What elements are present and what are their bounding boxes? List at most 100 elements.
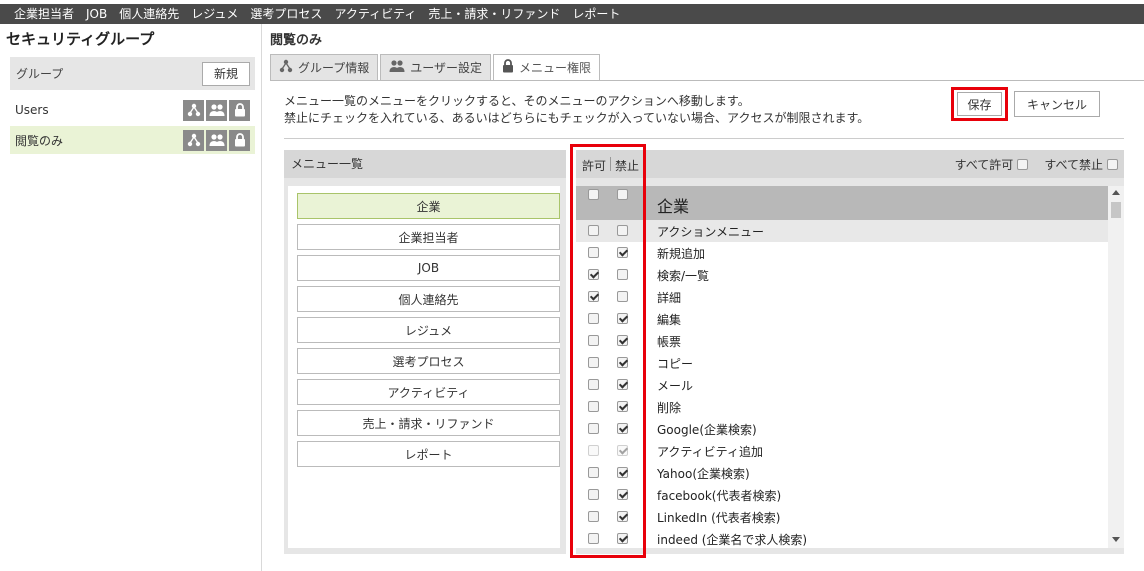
- nav-item[interactable]: 売上・請求・リファンド: [422, 4, 566, 24]
- description-line-1: メニュー一覧のメニューをクリックすると、そのメニューのアクションへ移動します。: [284, 94, 750, 108]
- tab-bar: グループ情報 ユーザー設定 メニュー権限: [270, 54, 601, 81]
- permission-row: 詳細: [576, 286, 1108, 308]
- scroll-down-arrow-icon[interactable]: [1112, 537, 1120, 542]
- description-line-2: 禁止にチェックを入れている、あるいはどちらにもチェックが入っていない場合、アクセ…: [284, 111, 870, 125]
- permission-label: 編集: [657, 313, 682, 327]
- permission-row: 帳票: [576, 330, 1108, 352]
- cancel-button[interactable]: キャンセル: [1014, 91, 1100, 117]
- permission-label: アクティビティ追加: [657, 445, 763, 459]
- menu-list-header: メニュー一覧: [284, 150, 566, 178]
- permission-highlight-box: [570, 144, 646, 558]
- group-users-button[interactable]: [206, 129, 227, 151]
- menu-item[interactable]: 選考プロセス: [297, 348, 560, 374]
- group-permission-button[interactable]: [229, 99, 250, 121]
- menu-list-panel: メニュー一覧 企業企業担当者 JOB 個人連絡先レジュメ選考プロセス アクティビティ売…: [284, 150, 566, 554]
- permission-scrollbar[interactable]: [1108, 186, 1124, 548]
- permission-label: 帳票: [657, 335, 682, 349]
- menu-item[interactable]: 企業担当者: [297, 224, 560, 250]
- lock-icon: [502, 59, 514, 76]
- page-title: 閲覧のみ: [270, 33, 323, 48]
- new-group-button[interactable]: 新規: [202, 61, 250, 86]
- menu-item[interactable]: レジュメ: [297, 317, 560, 343]
- top-nav: 企業担当者 JOB 個人連絡先 レジュメ 選考プロセス アクティビティ 売上・請求・リファン…: [0, 4, 1144, 24]
- permission-label: 削除: [657, 401, 682, 415]
- lock-icon: [234, 103, 246, 117]
- nav-item[interactable]: JOB: [80, 4, 113, 24]
- save-button[interactable]: 保存: [957, 92, 1002, 116]
- tab-label: グループ情報: [298, 61, 370, 75]
- menu-item[interactable]: アクティビティ: [297, 379, 560, 405]
- sidebar: セキュリティグループ グループ 新規 Users 閲覧のみ: [0, 24, 262, 571]
- tab-label: ユーザー設定: [410, 61, 483, 75]
- group-info-button[interactable]: [183, 99, 204, 121]
- permission-action-row: アクションメニュー: [576, 220, 1108, 242]
- nav-item[interactable]: 個人連絡先: [113, 4, 185, 24]
- tab-divider: [270, 80, 1144, 81]
- tab-user-settings[interactable]: ユーザー設定: [380, 54, 492, 81]
- group-permission-button[interactable]: [229, 129, 250, 151]
- permission-label: indeed (企業名で求人検索): [657, 533, 808, 547]
- permission-label: Yahoo(企業検索): [657, 467, 750, 481]
- permission-row: Yahoo(企業検索): [576, 462, 1108, 484]
- all-allow-label: すべて許可: [954, 158, 1014, 172]
- tab-group-info[interactable]: グループ情報: [270, 54, 379, 81]
- permission-label: アクションメニュー: [657, 225, 765, 239]
- all-toggles: すべて許可 すべて禁止: [955, 156, 1118, 173]
- permission-group-row: 企業: [576, 186, 1108, 220]
- permission-row: indeed (企業名で求人検索): [576, 528, 1108, 548]
- users-icon: [209, 133, 225, 147]
- group-row[interactable]: Users: [10, 96, 255, 124]
- group-header: グループ 新規: [10, 57, 255, 90]
- users-icon: [389, 59, 405, 76]
- all-allow-checkbox[interactable]: [1017, 159, 1029, 170]
- nav-item[interactable]: レジュメ: [185, 4, 244, 24]
- divider: [284, 138, 1124, 139]
- nav-item[interactable]: 企業担当者: [8, 4, 80, 24]
- permission-row: 新規追加: [576, 242, 1108, 264]
- permission-row: 編集: [576, 308, 1108, 330]
- users-icon: [209, 103, 225, 117]
- permission-row: 削除: [576, 396, 1108, 418]
- menu-item[interactable]: 売上・請求・リファンド: [297, 410, 560, 436]
- tab-label: メニュー権限: [519, 61, 592, 75]
- permission-label: 企業: [657, 197, 690, 216]
- permission-list: 企業アクションメニュー 新規追加検索/一覧詳細編集帳票コピーメール削除 Google…: [576, 186, 1124, 548]
- permission-label: メール: [657, 379, 694, 393]
- permission-panel: 許可 禁止 すべて許可 すべて禁止 企業アクションメニュー 新規追加検索/一覧詳細…: [576, 150, 1124, 554]
- group-row[interactable]: 閲覧のみ: [10, 126, 255, 154]
- group-users-button[interactable]: [206, 99, 227, 121]
- permission-row: 検索/一覧: [576, 264, 1108, 286]
- group-name: Users: [15, 103, 49, 117]
- lock-icon: [234, 133, 246, 147]
- group-label: グループ: [16, 67, 64, 81]
- menu-item[interactable]: JOB: [297, 255, 560, 281]
- group-info-button[interactable]: [183, 129, 204, 151]
- menu-list: 企業企業担当者 JOB 個人連絡先レジュメ選考プロセス アクティビティ 売上・請求・リフ…: [288, 186, 560, 548]
- permission-label: 詳細: [657, 291, 682, 305]
- permission-label: 新規追加: [657, 247, 706, 261]
- permission-header: 許可 禁止 すべて許可 すべて禁止: [576, 150, 1124, 178]
- all-deny-checkbox[interactable]: [1107, 159, 1118, 170]
- permission-label: facebook(代表者検索): [657, 489, 782, 503]
- description: メニュー一覧のメニューをクリックすると、そのメニューのアクションへ移動します。 …: [284, 93, 869, 127]
- scroll-thumb[interactable]: [1111, 202, 1121, 218]
- menu-item[interactable]: 企業: [297, 193, 560, 219]
- permission-row: メール: [576, 374, 1108, 396]
- org-chart-icon: [187, 103, 201, 117]
- scroll-up-arrow-icon[interactable]: [1112, 190, 1120, 195]
- menu-item[interactable]: 個人連絡先: [297, 286, 560, 312]
- sidebar-title: セキュリティグループ: [6, 30, 155, 48]
- permission-label: Google(企業検索): [657, 423, 757, 437]
- permission-row: facebook(代表者検索): [576, 484, 1108, 506]
- permission-label: 検索/一覧: [657, 269, 710, 283]
- permission-label: コピー: [657, 357, 694, 371]
- nav-item[interactable]: 選考プロセス: [244, 4, 328, 24]
- permission-row: コピー: [576, 352, 1108, 374]
- permission-row: LinkedIn (代表者検索): [576, 506, 1108, 528]
- nav-item[interactable]: レポート: [566, 4, 626, 24]
- menu-item[interactable]: レポート: [297, 441, 560, 467]
- permission-row: アクティビティ追加: [576, 440, 1108, 462]
- nav-item[interactable]: アクティビティ: [328, 4, 422, 24]
- tab-menu-permissions[interactable]: メニュー権限: [493, 54, 601, 81]
- org-chart-icon: [187, 133, 201, 147]
